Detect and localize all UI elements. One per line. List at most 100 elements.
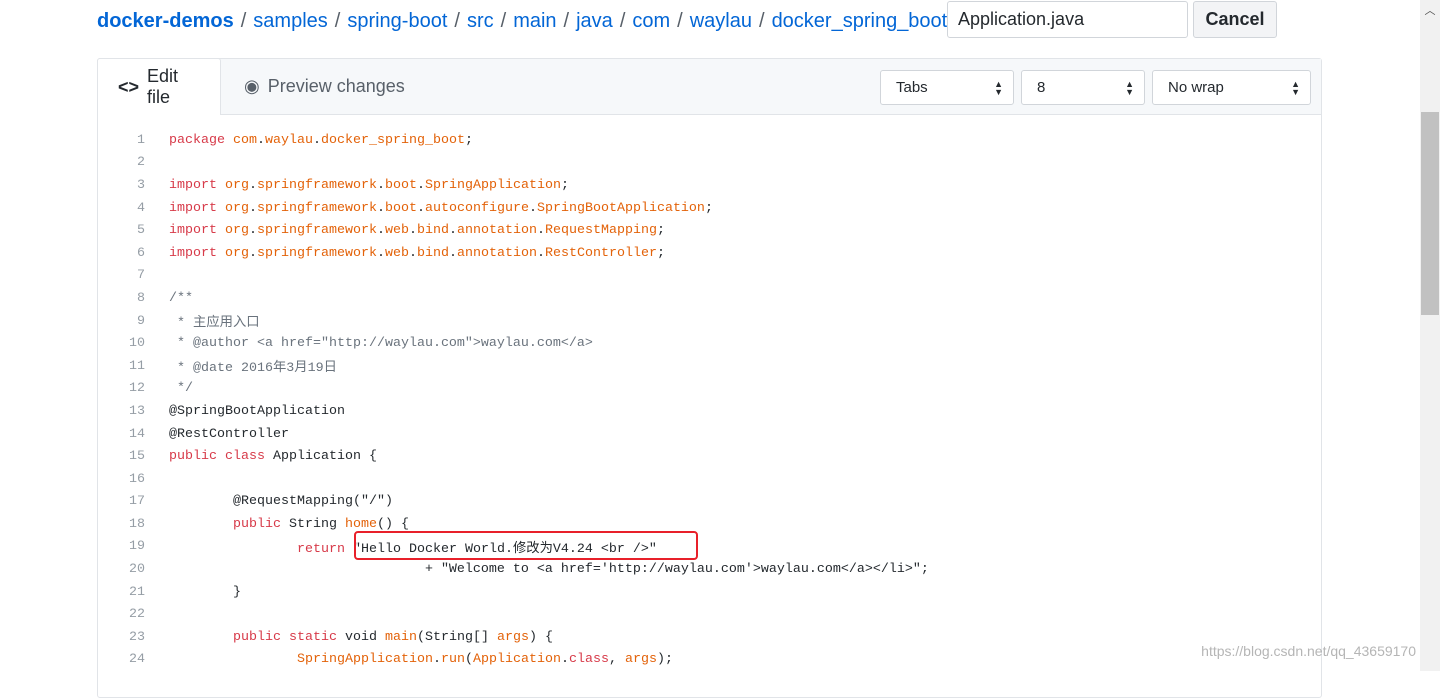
code-token: void [344,629,385,645]
code-token: ; [704,200,713,216]
line-number[interactable]: 15 [98,449,145,464]
line-number[interactable]: 18 [98,517,145,532]
code-token: springframework [257,223,377,239]
code-line: 6 import org.springframework.web.bind.ann… [98,242,929,265]
code-token: . [528,200,537,216]
line-number[interactable]: 11 [98,359,145,374]
wrap-mode-select[interactable]: No wrap ▲ ▼ [1152,70,1311,105]
breadcrumb-link[interactable]: com [632,10,670,33]
line-number[interactable]: 6 [98,246,145,261]
code-line: 10 * @author <a href="http://waylau.com"… [98,332,929,355]
code-token: . [249,223,257,239]
select-value: Tabs [896,79,928,96]
code-line: 16 [98,468,929,491]
line-content: * 主应用入口 [145,311,260,331]
line-number[interactable]: 22 [98,607,145,622]
code-token: bind [416,223,449,239]
line-number[interactable]: 5 [98,223,145,238]
line-number[interactable]: 1 [98,133,145,148]
code-token: autoconfigure [424,200,529,216]
scrollbar-thumb[interactable] [1421,112,1439,315]
scroll-up-icon[interactable]: ︿ [1420,0,1440,20]
code-token: Application { [272,449,377,465]
code-line: 22 [98,603,929,626]
code-line: 8 /** [98,287,929,310]
code-token: */ [169,381,193,397]
line-number[interactable]: 24 [98,652,145,667]
code-token: * @author <a href="http://waylau.com">wa… [169,336,593,352]
editor-header: <> Edit file ◉ Preview changes Tabs ▲ ▼ 8 ▲ ▼ … [97,58,1321,115]
code-line: 11 * @date 2016年3月19日 [98,355,929,378]
code-line: 21 } [98,581,929,604]
select-arrows-icon: ▲ ▼ [994,79,1003,97]
cancel-button[interactable]: Cancel [1193,1,1277,38]
code-token: . [408,223,417,239]
line-number[interactable]: 23 [98,630,145,645]
file-editor: <> Edit file ◉ Preview changes Tabs ▲ ▼ 8 ▲ ▼ … [97,58,1322,698]
line-content: SpringApplication.run(Application.class,… [145,652,673,667]
code-token: args [624,652,657,668]
line-content: @RequestMapping("/") [145,494,393,509]
line-content: * @author <a href="http://waylau.com">wa… [145,336,593,351]
breadcrumb-link[interactable]: main [513,10,556,33]
line-number[interactable]: 20 [98,562,145,577]
code-token: boot [384,177,417,193]
line-content: package com.waylau.docker_spring_boot; [145,133,473,148]
code-token: RequestMapping [544,223,657,239]
code-token: . [376,223,385,239]
breadcrumb-link[interactable]: docker_spring_boot [772,10,948,33]
select-value: No wrap [1168,79,1224,96]
line-number[interactable]: 21 [98,585,145,600]
breadcrumb-link[interactable]: samples [253,10,327,33]
line-number[interactable]: 2 [98,155,145,170]
code-token: . [536,223,545,239]
code-token: . [257,132,265,148]
line-number[interactable]: 8 [98,291,145,306]
breadcrumb: docker-demos / samples / spring-boot / src / mai… [97,6,967,36]
code-token: (String[] [416,629,497,645]
line-number[interactable]: 9 [98,314,145,329]
code-token: . [432,652,441,668]
line-number[interactable]: 4 [98,201,145,216]
code-token: home [345,516,377,532]
breadcrumb-link[interactable]: waylau [690,10,752,33]
breadcrumb-link[interactable]: src [467,10,494,33]
code-token: String [289,516,345,532]
code-token: @RestController [169,426,289,442]
eye-icon: ◉ [244,76,260,96]
indent-mode-select[interactable]: Tabs ▲ ▼ [880,70,1014,105]
page-scrollbar[interactable]: ︿ [1420,0,1440,671]
code-token: springframework [257,200,377,216]
tab-edit-file[interactable]: <> Edit file [97,58,221,115]
breadcrumb-link[interactable]: java [576,10,613,33]
line-number[interactable]: 7 [98,268,145,283]
line-number[interactable]: 14 [98,427,145,442]
code-token: public static [233,629,345,645]
code-token: class [568,652,609,668]
line-number[interactable]: 12 [98,381,145,396]
breadcrumb-link[interactable]: spring-boot [347,10,447,33]
line-content: /** [145,291,193,306]
code-editor[interactable]: 1 package com.waylau.docker_spring_boot; 2… [98,129,929,671]
indent-size-select[interactable]: 8 ▲ ▼ [1021,70,1145,105]
code-token: docker_spring_boot [321,132,465,148]
line-number[interactable]: 10 [98,336,145,351]
code-token: ); [656,652,673,668]
filename-input[interactable] [947,1,1188,38]
code-token: . [408,245,417,261]
line-content: @RestController [145,427,289,442]
breadcrumb-link[interactable]: docker-demos [97,10,234,33]
breadcrumb-separator: / [454,9,460,32]
line-number[interactable]: 19 [98,539,145,554]
code-token: . [448,245,457,261]
line-number[interactable]: 17 [98,494,145,509]
line-number[interactable]: 13 [98,404,145,419]
breadcrumb-separator: / [240,9,247,32]
line-number[interactable]: 16 [98,472,145,487]
code-token: org [225,200,249,216]
tab-preview-changes[interactable]: ◉ Preview changes [224,58,425,115]
line-number[interactable]: 3 [98,178,145,193]
